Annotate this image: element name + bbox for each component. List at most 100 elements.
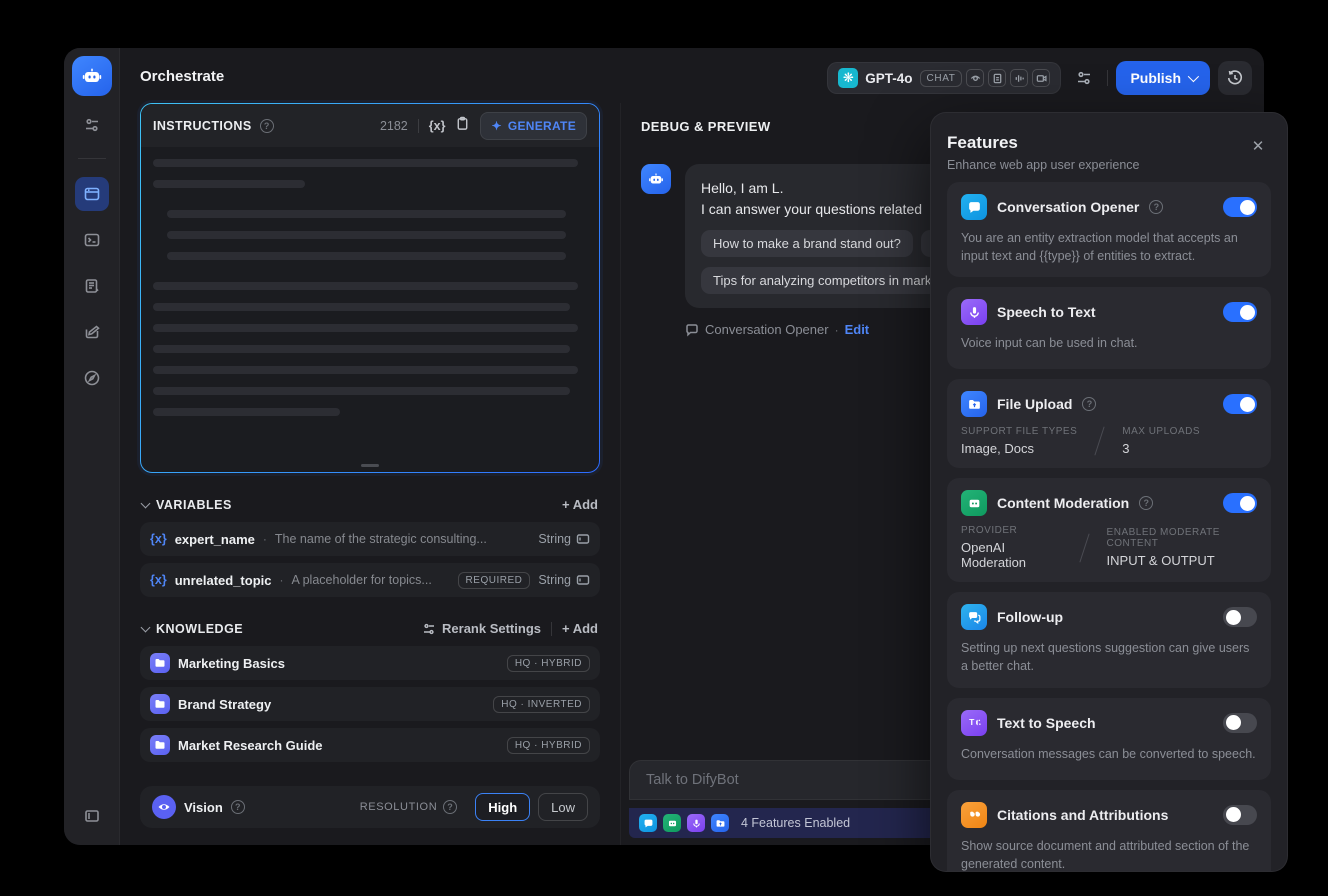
generate-button[interactable]: ✦ GENERATE: [480, 111, 587, 140]
help-icon[interactable]: ?: [1149, 200, 1164, 214]
close-button[interactable]: ✕: [1247, 135, 1269, 157]
meta-label: MAX UPLOADS: [1122, 426, 1201, 438]
feature-toggle[interactable]: [1223, 804, 1257, 825]
meta-value: 3: [1122, 441, 1130, 457]
text-skeleton-line: [153, 282, 579, 290]
chat-bubble-icon: [686, 323, 698, 337]
feature-title: Content Moderation: [997, 495, 1130, 512]
help-icon[interactable]: ?: [259, 118, 274, 133]
model-mode-badge: CHAT: [919, 69, 963, 87]
history-button[interactable]: [1218, 61, 1252, 95]
sidebar-item-orchestrate[interactable]: [74, 177, 109, 211]
knowledge-row[interactable]: Marketing Basics HQ · HYBRID: [140, 646, 600, 680]
app-logo[interactable]: [71, 56, 112, 96]
citations-icon: [961, 801, 987, 828]
browser-window-icon: [84, 187, 99, 201]
model-selector[interactable]: ❋ GPT-4o CHAT: [827, 62, 1062, 94]
variable-name: expert_name: [174, 531, 255, 547]
add-knowledge-button[interactable]: + Add: [562, 621, 598, 636]
sidebar-item-monitoring[interactable]: [75, 361, 109, 395]
slash-divider: [1094, 426, 1105, 456]
features-panel-title: Features: [947, 133, 1018, 152]
knowledge-name: Marketing Basics: [178, 655, 285, 671]
knowledge-badge: HQ · HYBRID: [506, 736, 590, 754]
model-parameters-button[interactable]: [1069, 63, 1099, 93]
variable-type-label: String: [538, 573, 571, 587]
collapse-panel-icon: [85, 810, 99, 822]
instructions-editor[interactable]: [141, 147, 599, 472]
vision-title: Vision: [184, 799, 223, 815]
variable-description: A placeholder for topics...: [291, 573, 432, 587]
sidebar-item-settings[interactable]: [75, 108, 109, 142]
variables-header: VARIABLES + Add: [140, 497, 598, 512]
help-icon[interactable]: ?: [1082, 397, 1097, 412]
feature-card-conversation-opener: Conversation Opener ? You are an entity …: [947, 182, 1271, 278]
feature-toggle[interactable]: [1223, 493, 1257, 514]
add-variable-button[interactable]: + Add: [562, 497, 598, 512]
meta-value: INPUT & OUTPUT: [1106, 553, 1215, 569]
instructions-panel: INSTRUCTIONS ? 2182 {x} ✦ GENERATE: [140, 103, 600, 473]
help-icon[interactable]: ?: [230, 800, 245, 814]
sidebar-divider: [77, 158, 106, 159]
feature-title: Speech to Text: [997, 304, 1096, 321]
chevron-down-icon[interactable]: [140, 622, 151, 632]
sidebar-item-logs[interactable]: [75, 269, 109, 303]
publish-button[interactable]: Publish: [1116, 61, 1210, 95]
variable-row[interactable]: {x} unrelated_topic · A placeholder for …: [140, 563, 600, 597]
variable-type-label: String: [538, 532, 571, 546]
opener-label: Conversation Opener: [705, 322, 829, 337]
feature-toggle[interactable]: [1223, 197, 1257, 217]
feature-toggle[interactable]: [1223, 302, 1257, 323]
conversation-opener-mini-icon: [639, 814, 657, 832]
sidebar-item-terminal[interactable]: [75, 223, 109, 257]
edit-opener-link[interactable]: Edit: [845, 322, 870, 337]
variable-icon: {x}: [150, 532, 167, 546]
feature-title: Citations and Attributions: [997, 806, 1169, 823]
feature-toggle[interactable]: [1223, 712, 1257, 733]
variable-description: The name of the strategic consulting...: [274, 532, 487, 546]
input-field-icon: [576, 575, 590, 585]
suggestion-chip[interactable]: How to make a brand stand out?: [701, 230, 913, 257]
resolution-low-button[interactable]: Low: [538, 793, 588, 821]
knowledge-name: Brand Strategy: [178, 696, 272, 712]
feature-card-file-upload: File Upload ? SUPPORT FILE TYPES Image, …: [947, 379, 1271, 469]
copy-button[interactable]: [455, 116, 470, 136]
collapse-sidebar-button[interactable]: [75, 799, 109, 833]
page-title: Orchestrate: [140, 68, 225, 85]
help-icon[interactable]: ?: [443, 800, 458, 814]
resize-handle[interactable]: [361, 464, 379, 467]
rerank-settings-button[interactable]: Rerank Settings: [422, 621, 541, 636]
robot-icon: [82, 68, 101, 82]
configuration-column: INSTRUCTIONS ? 2182 {x} ✦ GENERATE VARIA…: [140, 103, 600, 828]
feature-description: Voice input can be used in chat.: [961, 336, 1138, 351]
slash-divider: [1079, 533, 1090, 563]
sliders-icon: [85, 118, 98, 132]
feature-toggle[interactable]: [1223, 394, 1257, 415]
feature-title: Follow-up: [997, 609, 1064, 626]
insert-variable-button[interactable]: {x}: [429, 119, 446, 133]
compass-icon: [84, 370, 99, 386]
text-skeleton-line: [153, 303, 570, 311]
feature-description: Show source document and attributed sect…: [961, 838, 1250, 871]
variable-icon: {x}: [150, 573, 167, 587]
feature-toggle[interactable]: [1223, 607, 1257, 628]
suggestion-chip[interactable]: Tips for analyzing competitors in market: [701, 267, 955, 294]
clipboard-icon: [458, 116, 468, 130]
knowledge-row[interactable]: Brand Strategy HQ · INVERTED: [140, 687, 600, 721]
resolution-high-button[interactable]: High: [475, 793, 531, 821]
variable-type: String: [538, 573, 590, 587]
content-moderation-icon: [961, 490, 987, 517]
speech-to-text-icon: [961, 299, 987, 326]
text-skeleton-line: [167, 210, 567, 218]
knowledge-name: Market Research Guide: [178, 737, 323, 753]
sidebar-item-annotations[interactable]: [75, 315, 109, 349]
feature-card-follow-up: Follow-up Setting up next questions sugg…: [947, 592, 1271, 688]
chevron-down-icon[interactable]: [140, 498, 151, 508]
character-count: 2182: [379, 118, 408, 133]
features-panel-subtitle: Enhance web app user experience: [947, 158, 1140, 172]
variables-title: VARIABLES: [156, 497, 232, 512]
variable-row[interactable]: {x} expert_name · The name of the strate…: [140, 522, 600, 556]
help-icon[interactable]: ?: [1139, 496, 1154, 511]
text-skeleton-line: [153, 159, 579, 167]
knowledge-row[interactable]: Market Research Guide HQ · HYBRID: [140, 728, 600, 762]
